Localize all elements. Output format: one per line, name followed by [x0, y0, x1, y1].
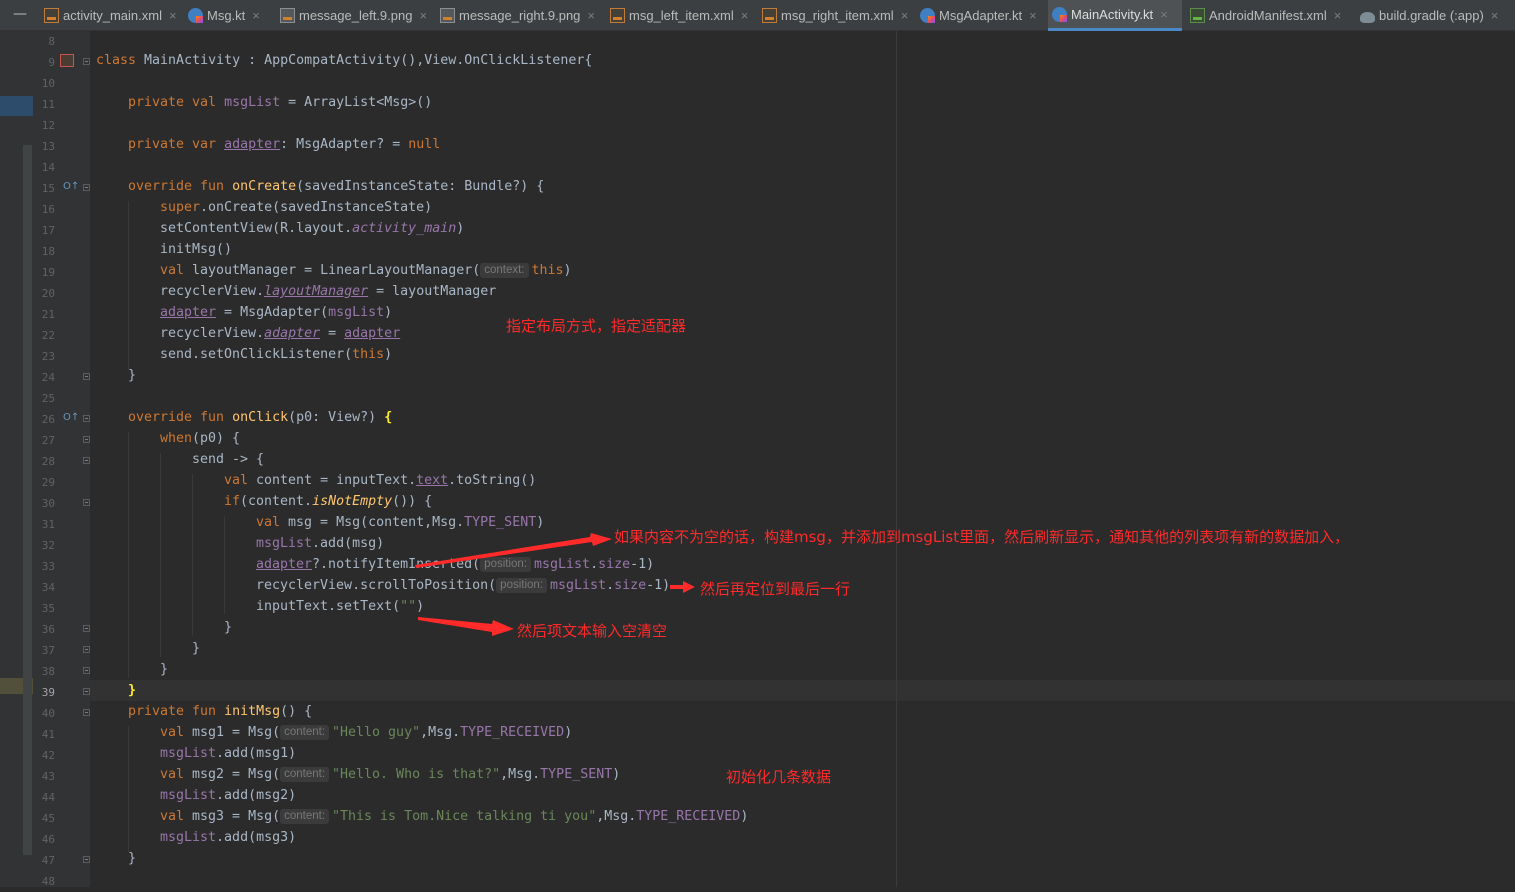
annotation-init-data: 初始化几条数据 — [726, 768, 832, 786]
annotation-layout-adapter: 指定布局方式，指定适配器 — [506, 317, 687, 335]
arrow-to-add-item-note — [415, 533, 612, 568]
annotation-clear-input: 然后项文本输入空清空 — [517, 622, 668, 640]
arrow-to-scroll-note — [670, 581, 695, 593]
arrow-to-clear-note — [418, 617, 514, 636]
annotation-scroll: 然后再定位到最后一行 — [700, 580, 851, 598]
annotation-add-item: 如果内容不为空的话，构建msg，并添加到msgList里面，然后刷新显示，通知其… — [614, 528, 1350, 546]
annotation-arrows — [415, 533, 695, 636]
